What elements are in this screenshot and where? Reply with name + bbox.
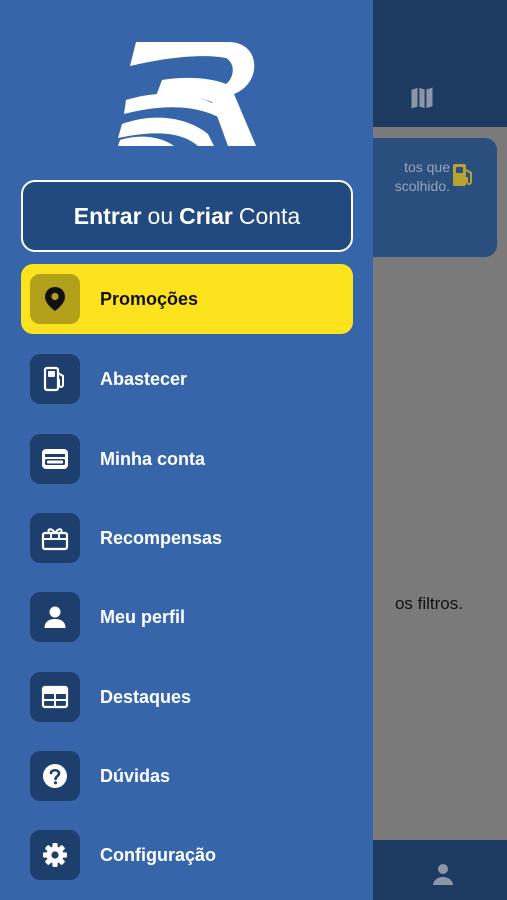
side-drawer: Entrar ou Criar Conta Promoções Abastece…: [0, 0, 373, 900]
menu-item-destaques[interactable]: Destaques: [21, 662, 353, 732]
person-icon[interactable]: [431, 862, 455, 886]
menu-item-duvidas[interactable]: Dúvidas: [21, 741, 353, 811]
brand-logo: [116, 40, 258, 148]
login-signup-button[interactable]: Entrar ou Criar Conta: [21, 180, 353, 252]
fuel-icon: [451, 162, 475, 188]
menu-item-label: Destaques: [100, 687, 192, 707]
wallet-icon: [30, 434, 80, 484]
menu-item-label: Configuração: [100, 845, 217, 865]
menu-item-meu-perfil[interactable]: Meu perfil: [21, 582, 353, 652]
gift-icon: [30, 513, 80, 563]
menu-item-label: Abastecer: [100, 369, 188, 389]
menu-item-minha-conta[interactable]: Minha conta: [21, 424, 353, 494]
menu-item-label: Meu perfil: [100, 607, 186, 627]
login-or-label: ou: [147, 202, 174, 229]
menu-item-label: Recompensas: [100, 528, 223, 548]
menu-item-label: Promoções: [100, 289, 199, 309]
menu-item-promocoes[interactable]: Promoções: [21, 264, 353, 334]
person-icon: [30, 592, 80, 642]
map-icon[interactable]: [408, 84, 436, 112]
menu-item-label: Dúvidas: [100, 766, 171, 786]
gear-icon: [30, 830, 80, 880]
menu-item-configuracao[interactable]: Configuração: [21, 820, 353, 890]
location-pin-icon: [30, 274, 80, 324]
menu-item-recompensas[interactable]: Recompensas: [21, 503, 353, 573]
menu-item-label: Minha conta: [100, 449, 206, 469]
login-label: Entrar: [73, 202, 142, 229]
menu-item-abastecer[interactable]: Abastecer: [21, 344, 353, 414]
empty-message: os filtros.: [394, 594, 463, 613]
account-label: Conta: [238, 202, 301, 229]
fuel-pump-icon: [30, 354, 80, 404]
info-card-text: tos que scolhido.: [394, 159, 450, 194]
table-icon: [30, 672, 80, 722]
question-icon: [30, 751, 80, 801]
signup-label: Criar: [179, 202, 233, 229]
